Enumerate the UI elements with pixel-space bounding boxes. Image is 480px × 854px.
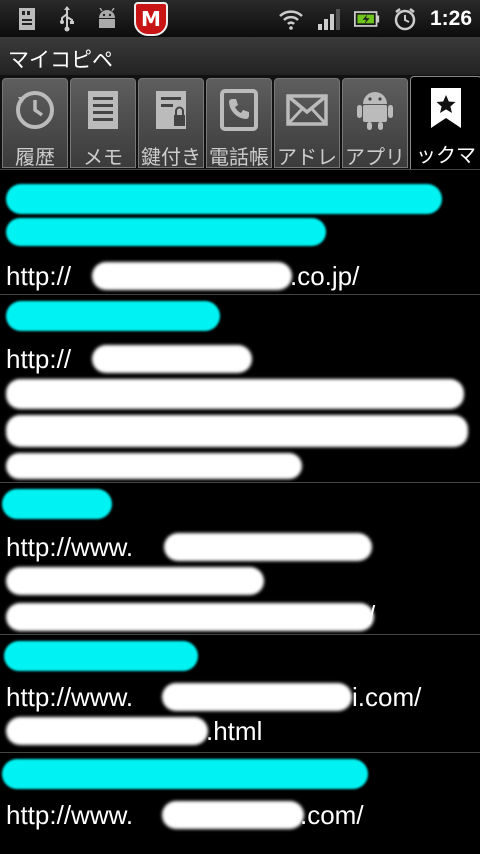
list-item[interactable]: http:// — [0, 295, 480, 483]
bookmark-url: http://www. — [6, 532, 134, 562]
redacted-url — [162, 801, 304, 829]
redacted-title — [2, 759, 368, 789]
bookmark-url: .html — [206, 716, 263, 746]
tab-apps[interactable]: アプリ — [342, 78, 408, 168]
bookmark-url: http:// — [6, 344, 72, 374]
bookmark-url: / — [368, 600, 376, 630]
redacted-url — [6, 453, 302, 479]
sd-card-icon — [14, 6, 40, 32]
tab-history[interactable]: 履歴 — [2, 78, 68, 168]
history-clock-icon — [12, 87, 58, 133]
bookmark-url: http://www. — [6, 800, 134, 830]
redacted-url — [164, 533, 372, 561]
bookmark-list: http:// .co.jp/ http:// http://www. / ht… — [0, 178, 480, 853]
battery-icon — [353, 6, 380, 32]
mail-envelope-icon — [284, 87, 330, 133]
wifi-icon — [278, 6, 304, 32]
list-item[interactable]: http://www. .com/ — [0, 753, 480, 853]
list-item[interactable]: http:// .co.jp/ — [0, 178, 480, 295]
redacted-url — [92, 345, 252, 373]
tab-bookmarks[interactable]: ックマ — [410, 76, 480, 169]
tab-phonebook[interactable]: 電話帳 — [206, 78, 272, 168]
memo-icon — [80, 87, 126, 133]
bookmark-url: http:// — [6, 261, 72, 291]
redacted-url — [6, 415, 468, 447]
tab-address[interactable]: アドレ — [274, 78, 340, 168]
bookmark-url: .co.jp/ — [290, 261, 360, 291]
status-time: 1:26 — [429, 7, 472, 30]
redacted-url — [162, 683, 352, 711]
usb-icon — [54, 6, 80, 32]
bookmark-url: .com/ — [300, 800, 364, 830]
redacted-title — [6, 184, 442, 214]
redacted-title — [6, 301, 220, 331]
list-item[interactable]: http://www. / — [0, 483, 480, 635]
tab-bar: 履歴 メモ 鍵付き 電話帳 アドレ アプリ ックマ — [0, 76, 480, 170]
phone-book-icon — [216, 87, 262, 133]
alarm-icon — [392, 6, 418, 32]
redacted-url — [92, 262, 292, 290]
app-title: マイコピペ — [8, 48, 113, 72]
redacted-url — [6, 379, 464, 409]
redacted-url — [6, 603, 374, 631]
android-debug-icon — [94, 6, 120, 32]
signal-icon — [316, 6, 342, 32]
bookmark-star-icon — [423, 85, 469, 131]
title-bar: マイコピペ — [0, 38, 480, 76]
android-app-icon — [352, 87, 398, 133]
redacted-url — [6, 717, 208, 745]
tab-locked[interactable]: 鍵付き — [138, 78, 204, 168]
tab-memo[interactable]: メモ — [70, 78, 136, 168]
bookmark-url: i.com/ — [352, 682, 422, 712]
redacted-title — [4, 641, 198, 671]
redacted-url — [6, 567, 264, 595]
locked-memo-icon — [148, 87, 194, 133]
redacted-title — [2, 489, 112, 519]
redacted-title — [6, 218, 326, 246]
mcafee-shield-icon: M — [134, 2, 168, 36]
bookmark-url: http://www. — [6, 682, 134, 712]
status-bar: M 1:26 — [0, 0, 480, 38]
list-item[interactable]: http://www. i.com/ .html — [0, 635, 480, 753]
